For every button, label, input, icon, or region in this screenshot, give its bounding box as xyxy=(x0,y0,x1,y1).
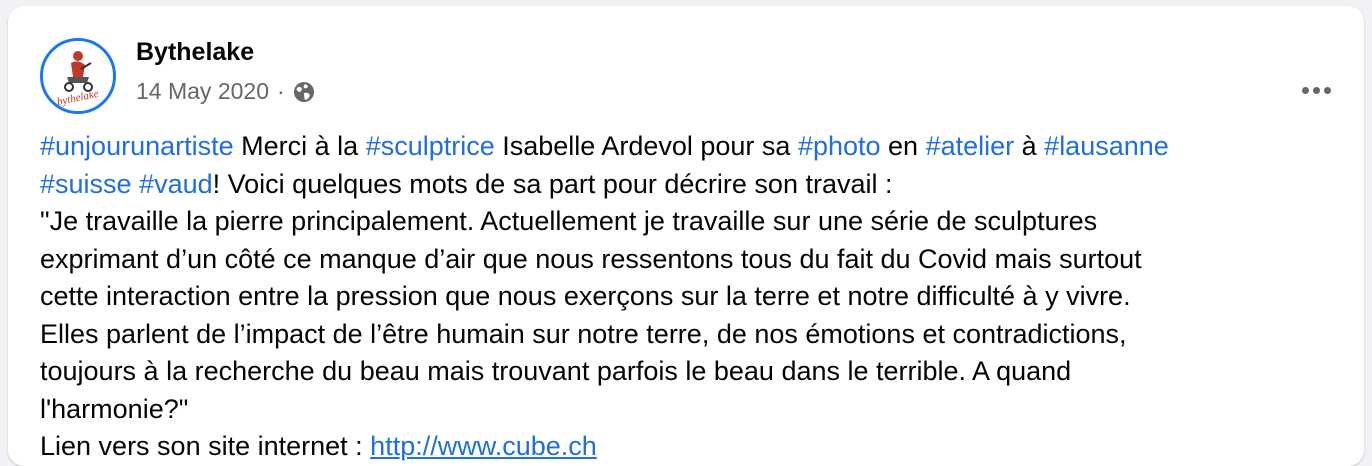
post-text: #unjourunartiste Merci à la #sculptrice … xyxy=(40,128,1350,466)
more-dot xyxy=(1312,86,1320,94)
text-segment: ! Voici quelques mots de sa part pour dé… xyxy=(212,168,893,199)
post-meta: 14 May 2020 · xyxy=(136,78,315,105)
more-dot xyxy=(1323,86,1331,94)
post-line-4: exprimant d’un côté ce manque d’air que … xyxy=(40,243,1142,274)
post-card: bythelake Bythelake 14 May 2020 · #unjou… xyxy=(8,6,1364,466)
avatar-logo-icon: bythelake xyxy=(43,41,113,111)
meta-separator: · xyxy=(276,78,285,104)
post-line-5: cette interaction entre la pression que … xyxy=(40,281,1131,311)
post-line-8: l'harmonie?" xyxy=(40,393,189,424)
post-header: bythelake Bythelake 14 May 2020 · xyxy=(40,36,1364,126)
hashtag-photo[interactable]: #photo xyxy=(798,131,881,161)
post-line-7: toujours à la recherche du beau mais tro… xyxy=(40,356,1072,386)
globe-icon[interactable] xyxy=(293,81,315,103)
post-line-9: Lien vers son site internet : http://www… xyxy=(40,428,1350,466)
post-line-2: #suisse #vaud! Voici quelques mots de sa… xyxy=(40,166,1350,204)
page-avatar[interactable]: bythelake xyxy=(40,38,116,114)
page-name[interactable]: Bythelake xyxy=(136,38,254,67)
hashtag-unjourunartiste[interactable]: #unjourunartiste xyxy=(40,131,234,161)
post-line-1: #unjourunartiste Merci à la #sculptrice … xyxy=(40,128,1350,166)
hashtag-vaud[interactable]: #vaud xyxy=(139,169,213,199)
text-segment: Lien vers son site internet : xyxy=(40,431,371,461)
post-line-3: "Je travaille la pierre principalement. … xyxy=(40,206,1098,236)
text-segment: en xyxy=(880,131,926,161)
post-date[interactable]: 14 May 2020 xyxy=(136,78,269,105)
more-dot xyxy=(1301,86,1309,94)
more-options-button[interactable] xyxy=(1296,70,1336,110)
text-segment xyxy=(132,169,140,199)
text-segment: Isabelle Ardevol pour sa xyxy=(494,131,798,161)
text-segment: à xyxy=(1014,131,1045,161)
hashtag-suisse[interactable]: #suisse xyxy=(40,169,132,199)
hashtag-atelier[interactable]: #atelier xyxy=(926,131,1015,161)
hashtag-sculptrice[interactable]: #sculptrice xyxy=(366,131,495,161)
hashtag-lausanne[interactable]: #lausanne xyxy=(1044,131,1169,161)
post-line-6: Elles parlent de l’impact de l’être huma… xyxy=(40,318,1127,349)
text-segment: Merci à la xyxy=(233,131,366,161)
website-link[interactable]: http://www.cube.ch xyxy=(370,431,597,461)
